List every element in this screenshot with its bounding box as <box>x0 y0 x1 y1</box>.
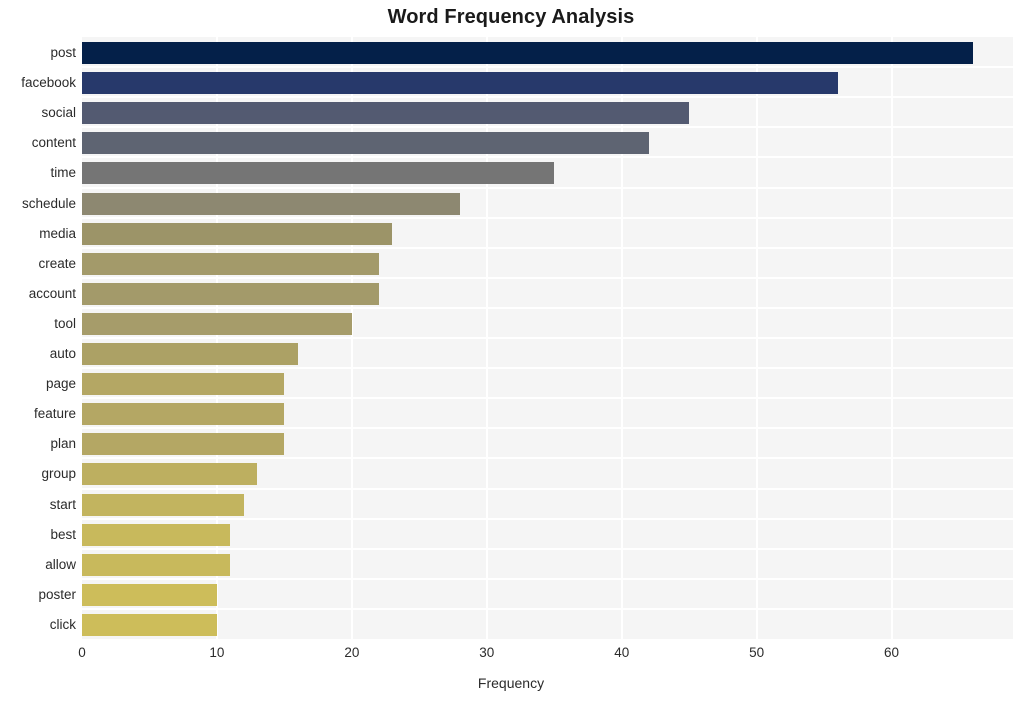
y-axis-label-social: social <box>41 105 76 121</box>
bar-group[interactable] <box>82 463 258 486</box>
plot-area <box>82 37 1013 639</box>
y-axis-label-time: time <box>50 165 76 181</box>
bar-social[interactable] <box>82 102 690 125</box>
y-axis-label-account: account <box>28 285 76 301</box>
bar-tool[interactable] <box>82 312 352 335</box>
chart-title: Word Frequency Analysis <box>387 6 635 28</box>
bar-allow[interactable] <box>82 553 231 576</box>
bar-page[interactable] <box>82 373 285 396</box>
y-axis-label-click: click <box>49 616 76 632</box>
y-axis-label-best: best <box>50 526 76 542</box>
y-axis-label-poster: poster <box>38 586 76 602</box>
y-axis-label-feature: feature <box>33 406 76 422</box>
x-axis-title: Frequency <box>477 675 545 691</box>
bar-facebook[interactable] <box>82 72 838 95</box>
x-axis-tick-labels: 0 10 20 30 40 50 60 <box>0 645 1022 667</box>
x-axis-label-60: 60 <box>884 645 900 660</box>
bar-create[interactable] <box>82 252 379 275</box>
y-axis-label-content: content <box>31 135 76 151</box>
bar-time[interactable] <box>82 162 555 185</box>
bar-schedule[interactable] <box>82 192 460 215</box>
y-axis-label-media: media <box>39 225 76 241</box>
y-axis-label-tool: tool <box>54 315 76 331</box>
y-axis-tick-labels: post facebook social content time schedule med… <box>0 37 76 639</box>
x-axis-label-30: 30 <box>479 645 495 660</box>
y-axis-label-create: create <box>38 255 76 271</box>
x-axis-label-10: 10 <box>209 645 225 660</box>
bar-start[interactable] <box>82 493 244 516</box>
bar-feature[interactable] <box>82 403 285 426</box>
y-axis-label-group: group <box>41 466 76 482</box>
x-axis-label-0: 0 <box>78 645 86 660</box>
bar-series <box>82 37 1013 639</box>
y-axis-label-plan: plan <box>50 436 76 452</box>
bar-content[interactable] <box>82 132 649 155</box>
y-axis-label-facebook: facebook <box>21 75 76 91</box>
bar-click[interactable] <box>82 613 217 636</box>
x-axis-label-40: 40 <box>614 645 630 660</box>
y-axis-label-start: start <box>49 496 76 512</box>
x-axis-label-50: 50 <box>749 645 765 660</box>
y-axis-label-page: page <box>45 376 76 392</box>
bar-media[interactable] <box>82 222 393 245</box>
bar-poster[interactable] <box>82 583 217 606</box>
bar-account[interactable] <box>82 282 379 305</box>
bar-best[interactable] <box>82 523 231 546</box>
y-axis-label-schedule: schedule <box>21 195 76 211</box>
bar-plan[interactable] <box>82 433 285 456</box>
y-axis-label-allow: allow <box>45 556 76 572</box>
x-axis-label-20: 20 <box>344 645 360 660</box>
bar-post[interactable] <box>82 42 973 65</box>
bar-auto[interactable] <box>82 343 298 366</box>
y-axis-label-post: post <box>50 45 76 61</box>
chart-figure: Word Frequency Analysis post facebook soci… <box>0 0 1022 701</box>
y-axis-label-auto: auto <box>49 346 76 362</box>
